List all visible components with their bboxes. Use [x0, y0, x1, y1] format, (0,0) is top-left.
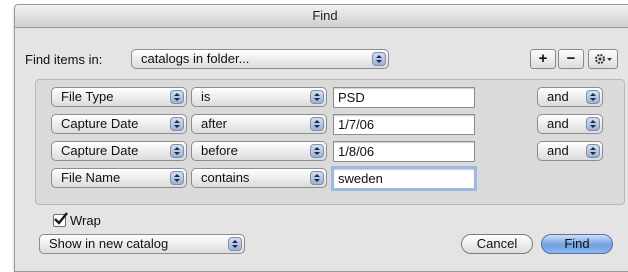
popup-arrows-icon: [586, 90, 600, 104]
row-4-field-value: File Name: [61, 170, 121, 185]
row-3-field-popup[interactable]: Capture Date: [51, 141, 187, 161]
window-title: Find: [15, 5, 628, 28]
popup-arrows-icon: [170, 144, 184, 158]
row-3-conjunction-value: and: [547, 143, 569, 158]
row-1-field-popup[interactable]: File Type: [51, 87, 187, 107]
popup-arrows-icon: [310, 171, 324, 185]
gear-icon: [593, 53, 613, 70]
wrap-label: Wrap: [70, 213, 101, 228]
row-2-value-field[interactable]: 1/7/06: [333, 114, 475, 135]
find-button[interactable]: Find: [541, 234, 613, 254]
row-1-operator-value: is: [201, 89, 211, 104]
row-2-conjunction-popup[interactable]: and: [537, 114, 603, 134]
find-dialog: Find Find items in: catalogs in folder..…: [14, 4, 628, 272]
row-2-field-popup[interactable]: Capture Date: [51, 114, 187, 134]
row-3-operator-value: before: [201, 143, 238, 158]
row-3-conjunction-popup[interactable]: and: [537, 141, 603, 161]
row-4-field-popup[interactable]: File Name: [51, 168, 187, 188]
remove-criterion-button[interactable]: −: [558, 49, 584, 69]
row-1-conjunction-popup[interactable]: and: [537, 87, 603, 107]
add-criterion-button[interactable]: +: [530, 49, 556, 69]
cancel-button[interactable]: Cancel: [461, 234, 533, 254]
popup-arrows-icon: [170, 117, 184, 131]
row-4-value-field[interactable]: sweden: [331, 166, 477, 191]
row-2-operator-value: after: [201, 116, 228, 131]
action-menu-button[interactable]: [588, 49, 618, 69]
row-2-operator-popup[interactable]: after: [191, 114, 327, 134]
row-3-operator-popup[interactable]: before: [191, 141, 327, 161]
popup-arrows-icon: [310, 144, 324, 158]
find-in-label: Find items in:: [25, 52, 103, 67]
row-2-conjunction-value: and: [547, 116, 569, 131]
wrap-checkbox[interactable]: [53, 212, 68, 227]
popup-arrows-icon: [170, 90, 184, 104]
row-3-value-field[interactable]: 1/8/06: [333, 141, 475, 162]
row-3-field-value: Capture Date: [61, 143, 139, 158]
row-4-operator-popup[interactable]: contains: [191, 168, 327, 188]
output-popup[interactable]: Show in new catalog: [39, 234, 245, 254]
checkmark-icon: [54, 212, 68, 225]
find-in-popup[interactable]: catalogs in folder...: [131, 49, 389, 69]
output-value: Show in new catalog: [49, 236, 169, 251]
row-1-field-value: File Type: [61, 89, 114, 104]
popup-arrows-icon: [586, 117, 600, 131]
popup-arrows-icon: [310, 117, 324, 131]
popup-arrows-icon: [372, 52, 386, 66]
popup-arrows-icon: [586, 144, 600, 158]
popup-arrows-icon: [310, 90, 324, 104]
row-2-field-value: Capture Date: [61, 116, 139, 131]
popup-arrows-icon: [228, 237, 242, 251]
popup-arrows-icon: [170, 171, 184, 185]
row-1-conjunction-value: and: [547, 89, 569, 104]
find-in-value: catalogs in folder...: [141, 51, 250, 66]
row-4-operator-value: contains: [201, 170, 250, 185]
row-1-value-field[interactable]: PSD: [333, 87, 475, 108]
row-1-operator-popup[interactable]: is: [191, 87, 327, 107]
